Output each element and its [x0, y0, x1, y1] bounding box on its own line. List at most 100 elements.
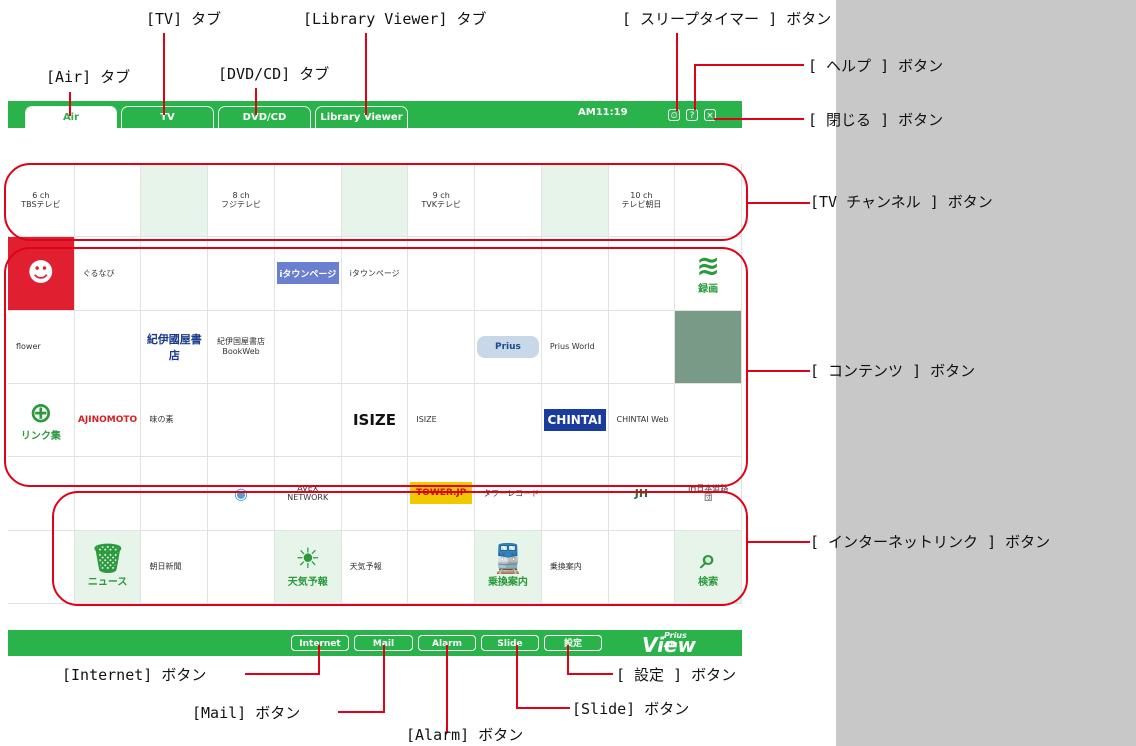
annotation-settings-btn: [ 設定 ] ボタン — [616, 666, 737, 684]
tab-library-viewer[interactable]: Library Viewer — [315, 106, 408, 128]
annotation-air-tab: [Air] タブ — [46, 68, 131, 86]
content-jh-logo[interactable]: JH — [608, 457, 676, 531]
grid-cell — [541, 457, 609, 531]
character-icon: ☻ — [27, 258, 55, 289]
alarm-btn-leader — [446, 645, 448, 733]
content-ajinomoto[interactable]: 味の素 — [141, 384, 209, 458]
annotation-alarm-btn: [Alarm] ボタン — [406, 726, 524, 744]
grid-cell — [208, 237, 275, 311]
help-icon[interactable]: ? — [686, 109, 698, 121]
tv-channel-6[interactable]: 6 ch TBSテレビ — [8, 164, 75, 238]
search-button[interactable]: ⌕ 検索 — [675, 530, 742, 604]
slide-btn-leader-h — [516, 707, 570, 709]
content-grid: 6 ch TBSテレビ 8 ch フジテレビ 9 ch TVKテレビ 10 ch… — [8, 164, 742, 604]
content-flower[interactable]: flower — [8, 310, 75, 384]
internet-link-leader — [748, 541, 810, 543]
tv-channel-9[interactable]: 9 ch TVKテレビ — [408, 164, 476, 238]
tv-tab-leader — [163, 33, 165, 115]
grid-cell — [675, 164, 742, 238]
mail-btn-leader-h — [338, 711, 384, 713]
annotation-tv-channel: [TV チャンネル ] ボタン — [810, 193, 993, 211]
tv-channel-10[interactable]: 10 ch テレビ朝日 — [608, 164, 676, 238]
annotation-mail-btn: [Mail] ボタン — [192, 704, 301, 722]
record-button[interactable]: ≋ 録画 — [675, 237, 742, 311]
library-tab-leader — [365, 33, 367, 115]
content-chintai-logo[interactable]: CHINTAI — [541, 384, 609, 458]
disc-stack-icon: ≋ — [696, 248, 720, 282]
help-leader-v — [694, 64, 696, 110]
view-logo: Prius Air View — [642, 631, 697, 657]
clock: AM11:19 — [578, 107, 628, 118]
tab-dvd-cd[interactable]: DVD/CD — [218, 106, 311, 128]
content-isize[interactable]: ISIZE — [408, 384, 476, 458]
air-tab-leader — [69, 92, 71, 116]
grid-cell — [475, 237, 542, 311]
content-gurunavi[interactable]: ぐるなび — [74, 237, 142, 311]
grid-cell — [74, 457, 142, 531]
annotation-close: [ 閉じる ] ボタン — [808, 111, 944, 129]
grid-cell — [141, 457, 209, 531]
trash-can-icon: 🗑 — [89, 542, 126, 576]
grid-cell — [8, 457, 75, 531]
content-asahi[interactable]: 朝日新聞 — [141, 530, 209, 604]
avex-logo-icon: ◉ — [234, 483, 249, 503]
content-prius-world[interactable]: Prius World — [541, 310, 609, 384]
annotation-tv-tab: [TV] タブ — [146, 10, 222, 28]
train-icon: 🚆 — [490, 542, 526, 576]
content-avex[interactable]: AVEX NETWORK — [274, 457, 342, 531]
content-ajinomoto-logo[interactable]: AJINOMOTO — [74, 384, 142, 458]
content-transit[interactable]: 乗換案内 — [541, 530, 609, 604]
grid-cell — [475, 164, 542, 238]
content-isize-logo[interactable]: ISIZE — [341, 384, 409, 458]
content-prius-logo[interactable]: Prius — [475, 310, 542, 384]
tab-tv[interactable]: TV — [121, 106, 214, 128]
content-avex-logo[interactable]: ◉ — [208, 457, 275, 531]
grid-cell — [408, 237, 476, 311]
content-itownpage-logo[interactable]: iタウンページ — [274, 237, 342, 311]
content-gurunavi-logo[interactable]: ☻ — [8, 237, 75, 311]
grid-cell — [541, 164, 609, 238]
link-collection-button[interactable]: ⊕ リンク集 — [8, 384, 75, 458]
content-kinokuniya-logo[interactable]: 紀伊國屋書店 — [141, 310, 209, 384]
grid-cell — [208, 384, 275, 458]
slide-btn-leader-v — [516, 645, 518, 709]
sleep-timer-leader — [676, 33, 678, 111]
annotation-help: [ ヘルプ ] ボタン — [808, 57, 944, 75]
slide-button[interactable]: Slide — [481, 635, 539, 651]
slide-photo[interactable] — [675, 310, 742, 384]
content-tower-logo[interactable]: TOWER.JP — [408, 457, 476, 531]
annotation-sleep-timer: [ スリープタイマー ] ボタン — [622, 10, 832, 28]
settings-btn-leader-h — [567, 673, 613, 675]
content-chintai[interactable]: CHINTAI Web — [608, 384, 676, 458]
settings-button[interactable]: 設定 — [544, 635, 602, 651]
content-weather[interactable]: 天気予報 — [341, 530, 409, 604]
internet-button[interactable]: Internet — [291, 635, 349, 651]
content-tower-records[interactable]: タワーレコード — [475, 457, 542, 531]
tv-channel-8[interactable]: 8 ch フジテレビ — [208, 164, 275, 238]
grid-cell — [341, 164, 409, 238]
content-kinokuniya[interactable]: 紀伊国屋書店 BookWeb — [208, 310, 275, 384]
content-jh[interactable]: JH日本道路 団 — [675, 457, 742, 531]
grid-cell — [341, 310, 409, 384]
grid-cell — [208, 530, 275, 604]
dvd-tab-leader — [255, 88, 257, 115]
sleep-timer-icon[interactable]: ⏲ — [668, 109, 680, 121]
weather-button[interactable]: ☀ 天気予報 — [274, 530, 342, 604]
grid-cell — [8, 530, 75, 604]
annotation-contents: [ コンテンツ ] ボタン — [810, 362, 976, 380]
grid-cell — [141, 164, 209, 238]
content-itownpage[interactable]: iタウンページ — [341, 237, 409, 311]
transit-button[interactable]: 🚆 乗換案内 — [475, 530, 542, 604]
grid-cell — [74, 310, 142, 384]
tab-air[interactable]: Air — [25, 106, 117, 128]
grid-cell — [341, 457, 409, 531]
contents-leader — [748, 370, 810, 372]
grid-cell — [475, 384, 542, 458]
grid-cell — [408, 530, 476, 604]
internet-btn-leader-h — [245, 673, 320, 675]
news-button[interactable]: 🗑 ニュース — [74, 530, 142, 604]
grid-cell — [274, 384, 342, 458]
grid-cell — [608, 310, 676, 384]
globe-icon: ⊕ — [29, 395, 53, 429]
grid-cell — [608, 530, 676, 604]
